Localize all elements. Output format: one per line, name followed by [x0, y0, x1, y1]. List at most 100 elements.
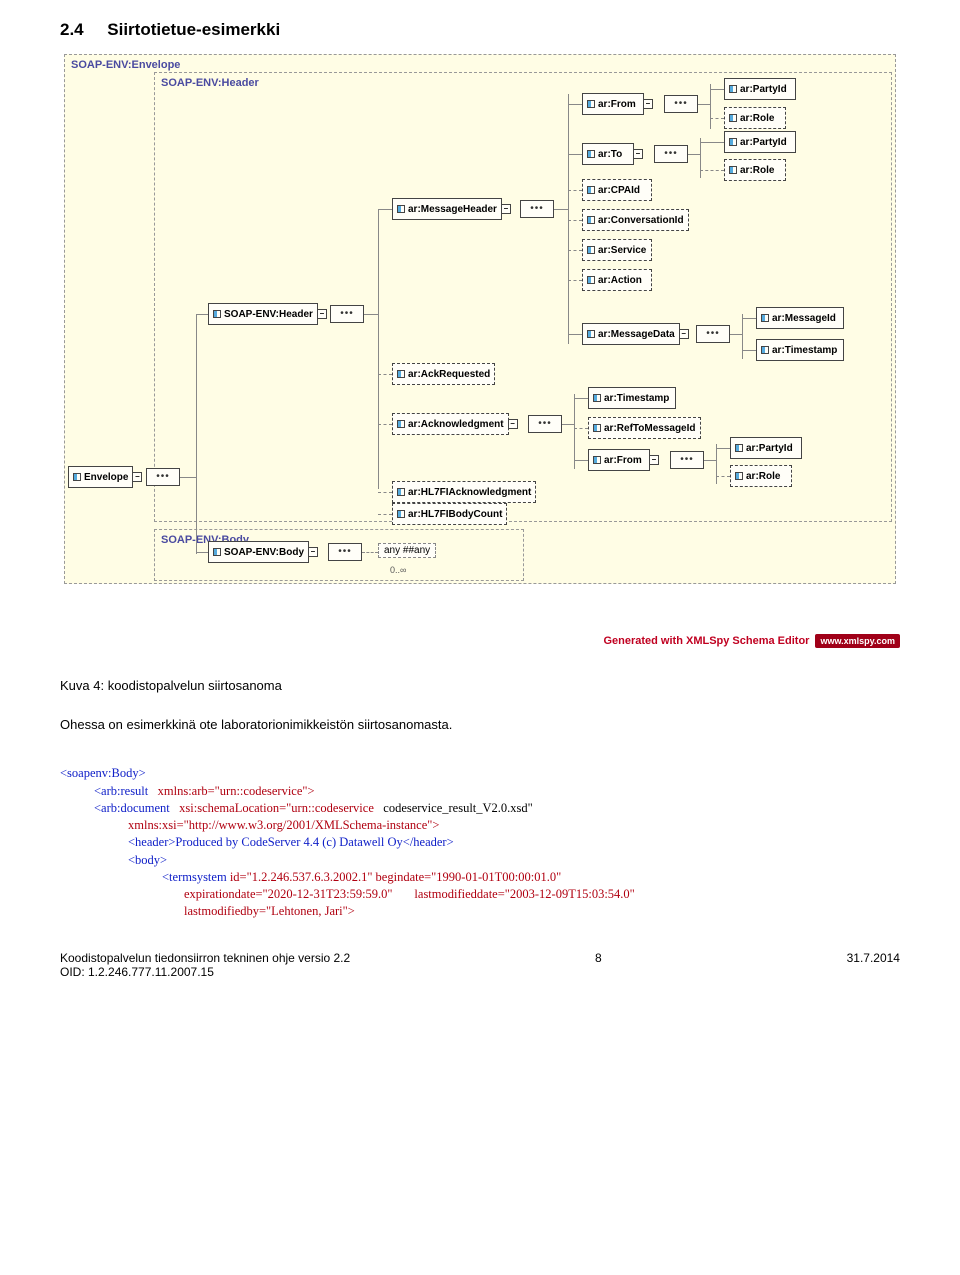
node-label: ar:Role: [746, 471, 780, 482]
section-number: 2.4: [60, 20, 84, 39]
expand-icon: –: [132, 472, 142, 482]
node-label: ar:To: [598, 149, 622, 160]
node-label: ar:From: [598, 99, 636, 110]
node-icon: [729, 85, 737, 93]
figure-caption: Kuva 4: koodistopalvelun siirtosanoma: [60, 678, 900, 693]
node-icon: [735, 444, 743, 452]
code-token: begindate="1990-01-01T00:00:01.0": [376, 870, 562, 884]
xml-schema-diagram: SOAP-ENV:Envelope SOAP-ENV:Header SOAP-E…: [60, 54, 900, 624]
node-label: SOAP-ENV:Body: [224, 547, 304, 558]
sequence-connector: [520, 200, 554, 218]
node-label: ar:HL7FIAcknowledgment: [408, 487, 531, 498]
node-action: ar:Action: [582, 269, 652, 291]
node-partyid-3: ar:PartyId: [730, 437, 802, 459]
node-acknowledgment: ar:Acknowledgment –: [392, 413, 509, 435]
page-footer: Koodistopalvelun tiedonsiirron tekninen …: [60, 951, 900, 979]
node-label: ar:From: [604, 455, 642, 466]
footer-left-2: OID: 1.2.246.777.11.2007.15: [60, 965, 214, 979]
node-icon: [729, 138, 737, 146]
node-soap-body: SOAP-ENV:Body –: [208, 541, 309, 563]
node-timestamp-md: ar:Timestamp: [756, 339, 844, 361]
xml-code-block: <soapenv:Body> <arb:result xmlns:arb="ur…: [60, 748, 900, 921]
node-role-2: ar:Role: [724, 159, 786, 181]
node-icon: [397, 510, 405, 518]
code-token: <body>: [128, 853, 167, 867]
node-icon: [397, 488, 405, 496]
node-from-ack: ar:From –: [588, 449, 650, 471]
node-label: ar:AckRequested: [408, 369, 490, 380]
node-label: any ##any: [384, 545, 430, 556]
node-label: ar:MessageId: [772, 313, 836, 324]
expand-icon: –: [633, 149, 643, 159]
envelope-group-label: SOAP-ENV:Envelope: [71, 59, 180, 71]
node-icon: [593, 394, 601, 402]
code-token: expirationdate="2020-12-31T23:59:59.0": [184, 887, 393, 901]
code-token: <arb:result: [94, 784, 148, 798]
node-label: ar:Acknowledgment: [408, 419, 504, 430]
node-label: ar:Role: [740, 165, 774, 176]
generated-text: Generated with XMLSpy Schema Editor: [603, 635, 809, 647]
sequence-connector: [528, 415, 562, 433]
node-icon: [729, 114, 737, 122]
node-icon: [593, 424, 601, 432]
node-icon: [593, 456, 601, 464]
intro-paragraph: Ohessa on esimerkkinä ote laboratorionim…: [60, 717, 900, 732]
generated-with-banner: Generated with XMLSpy Schema Editor www.…: [60, 634, 900, 648]
node-from: ar:From –: [582, 93, 644, 115]
sequence-connector: [328, 543, 362, 561]
node-label: ar:RefToMessageId: [604, 423, 696, 434]
node-icon: [397, 420, 405, 428]
node-label: ar:MessageHeader: [408, 204, 497, 215]
node-icon: [587, 100, 595, 108]
node-icon: [397, 205, 405, 213]
node-label: ar:ConversationId: [598, 215, 684, 226]
node-label: ar:MessageData: [598, 329, 675, 340]
code-token: <header>Produced by CodeServer 4.4 (c) D…: [128, 835, 454, 849]
sequence-connector: [654, 145, 688, 163]
code-token: <arb:document: [94, 801, 170, 815]
sequence-connector: [670, 451, 704, 469]
node-label: ar:Service: [598, 245, 646, 256]
code-token: lastmodifieddate="2003-12-09T15:03:54.0": [414, 887, 634, 901]
node-timestamp-ack: ar:Timestamp: [588, 387, 676, 409]
node-icon: [587, 246, 595, 254]
expand-icon: –: [679, 329, 689, 339]
node-message-data: ar:MessageData –: [582, 323, 680, 345]
node-icon: [587, 186, 595, 194]
cardinality-label: 0..∞: [390, 565, 406, 575]
node-messageid: ar:MessageId: [756, 307, 844, 329]
section-title-text: Siirtotietue-esimerkki: [107, 20, 280, 39]
section-heading: 2.4 Siirtotietue-esimerkki: [60, 20, 900, 40]
expand-icon: –: [508, 419, 518, 429]
node-cpaid: ar:CPAId: [582, 179, 652, 201]
sequence-connector: [664, 95, 698, 113]
node-reftomsgid: ar:RefToMessageId: [588, 417, 701, 439]
node-label: ar:PartyId: [746, 443, 793, 454]
node-icon: [735, 472, 743, 480]
node-message-header: ar:MessageHeader –: [392, 198, 502, 220]
node-icon: [729, 166, 737, 174]
code-token: lastmodifiedby="Lehtonen, Jari">: [184, 904, 355, 918]
code-token: codeservice_result_V2.0.xsd": [383, 801, 533, 815]
node-hl7fi-ack: ar:HL7FIAcknowledgment: [392, 481, 536, 503]
footer-right: 31.7.2014: [847, 951, 900, 979]
node-role: ar:Role: [724, 107, 786, 129]
sequence-connector: [146, 468, 180, 486]
node-icon: [587, 330, 595, 338]
node-label: Envelope: [84, 472, 128, 483]
code-line: <soapenv:Body>: [60, 766, 146, 780]
node-label: ar:Timestamp: [604, 393, 669, 404]
node-ack-requested: ar:AckRequested: [392, 363, 495, 385]
footer-center: 8: [595, 951, 602, 979]
node-label: ar:HL7FIBodyCount: [408, 509, 502, 520]
node-icon: [587, 150, 595, 158]
node-partyid-2: ar:PartyId: [724, 131, 796, 153]
expand-icon: –: [501, 204, 511, 214]
node-service: ar:Service: [582, 239, 652, 261]
node-icon: [761, 346, 769, 354]
node-label: ar:Timestamp: [772, 345, 837, 356]
expand-icon: –: [308, 547, 318, 557]
expand-icon: –: [643, 99, 653, 109]
node-conversationid: ar:ConversationId: [582, 209, 689, 231]
expand-icon: –: [649, 455, 659, 465]
